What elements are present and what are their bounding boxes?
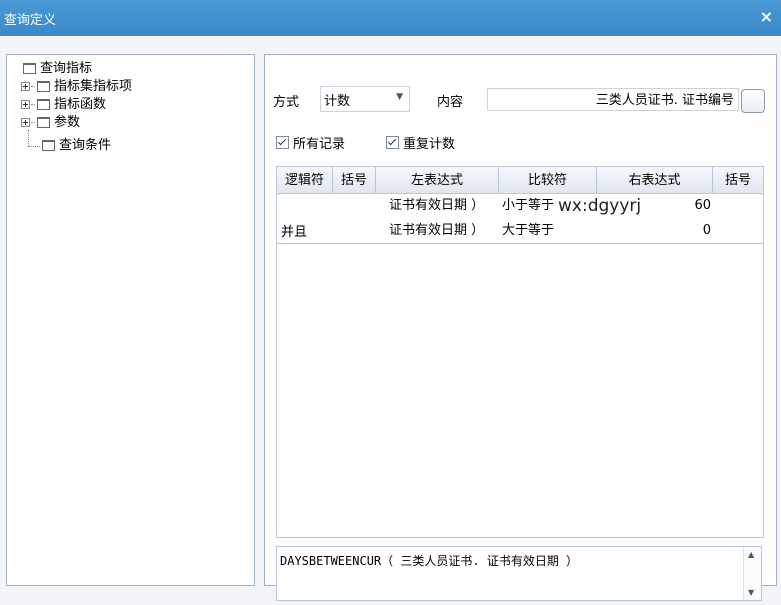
tree-item-label: 参数 <box>54 115 81 130</box>
watermark-text: wx:dgyyrj <box>558 196 642 216</box>
all-records-checkbox[interactable]: 所有记录 <box>276 133 345 152</box>
condition-grid: 逻辑符 括号 左表达式 比较符 右表达式 括号 证书有效日期 ） 小于等于 60… <box>276 166 764 538</box>
column-header[interactable]: 比较符 <box>499 167 597 194</box>
close-button[interactable]: × <box>760 7 773 26</box>
tree-item-label: 指标集指标项 <box>54 79 133 94</box>
tree-connector <box>28 146 40 147</box>
method-select[interactable]: 计数 ▼ <box>320 86 410 112</box>
checkbox-checked-icon <box>386 136 399 149</box>
query-panel: 方式 计数 ▼ 内容 三类人员证书. 证书编号 所有记录 重复计数 逻辑符 括号… <box>264 54 777 601</box>
tree-item-label: 查询指标 <box>40 61 93 76</box>
folder-icon <box>37 99 50 110</box>
formula-editor[interactable]: DAYSBETWEENCUR（ 三类人员证书. 证书有效日期 ） ▲ ▼ <box>276 546 762 601</box>
all-records-label: 所有记录 <box>293 137 346 152</box>
tree-item-query-indicator[interactable]: 查询指标 <box>21 60 92 78</box>
tree-connector <box>28 130 29 146</box>
content-label: 内容 <box>437 95 464 110</box>
expand-icon[interactable] <box>21 118 30 127</box>
grid-header: 逻辑符 括号 左表达式 比较符 右表达式 括号 <box>277 167 763 195</box>
column-header[interactable]: 逻辑符 <box>277 167 333 194</box>
operator-cell[interactable]: 小于等于 <box>502 195 554 217</box>
column-header[interactable]: 括号 <box>333 167 376 194</box>
vertical-scrollbar[interactable]: ▲ ▼ <box>743 547 761 600</box>
folder-icon <box>23 63 36 74</box>
left-expression-cell[interactable]: 证书有效日期 ） <box>389 195 484 217</box>
chevron-down-icon: ▼ <box>396 92 403 102</box>
folder-icon <box>37 81 50 92</box>
content-field[interactable]: 三类人员证书. 证书编号 <box>487 88 739 111</box>
scroll-up-icon[interactable]: ▲ <box>748 550 754 559</box>
grid-divider <box>277 243 763 244</box>
scroll-down-icon[interactable]: ▼ <box>748 588 754 597</box>
right-expression-cell[interactable]: 0 <box>597 220 711 242</box>
method-value: 计数 <box>324 94 351 109</box>
column-header[interactable]: 左表达式 <box>376 167 499 194</box>
indicator-tree: 查询指标 指标集指标项 指标函数 参数 查询条件 <box>6 54 255 586</box>
repeat-count-label: 重复计数 <box>403 137 456 152</box>
dialog-body: 查询指标 指标集指标项 指标函数 参数 查询条件 方式 计数 ▼ 内容 三类人员… <box>0 36 781 605</box>
expand-icon[interactable] <box>21 100 30 109</box>
formula-text: DAYSBETWEENCUR（ 三类人员证书. 证书有效日期 ） <box>280 554 579 568</box>
folder-icon <box>42 140 55 151</box>
expand-icon[interactable] <box>21 82 30 91</box>
folder-icon <box>37 117 50 128</box>
checkbox-checked-icon <box>276 136 289 149</box>
operator-cell[interactable]: 大于等于 <box>502 220 554 242</box>
method-label: 方式 <box>273 95 300 110</box>
title-bar: 查询定义 × <box>0 0 781 36</box>
column-header[interactable]: 括号 <box>713 167 763 194</box>
logic-cell[interactable]: 并且 <box>281 222 307 244</box>
tree-item-label: 指标函数 <box>54 97 107 112</box>
tree-item-label: 查询条件 <box>59 138 112 153</box>
tree-item-parameters[interactable]: 参数 <box>21 114 80 132</box>
repeat-count-checkbox[interactable]: 重复计数 <box>386 133 455 152</box>
window-title: 查询定义 <box>4 13 57 28</box>
tree-item-query-condition[interactable]: 查询条件 <box>40 137 111 155</box>
tree-item-indicator-function[interactable]: 指标函数 <box>21 96 106 114</box>
column-header[interactable]: 右表达式 <box>597 167 713 194</box>
browse-button[interactable] <box>741 89 765 113</box>
left-expression-cell[interactable]: 证书有效日期 ） <box>389 220 484 242</box>
tree-item-indicator-set[interactable]: 指标集指标项 <box>21 78 132 96</box>
